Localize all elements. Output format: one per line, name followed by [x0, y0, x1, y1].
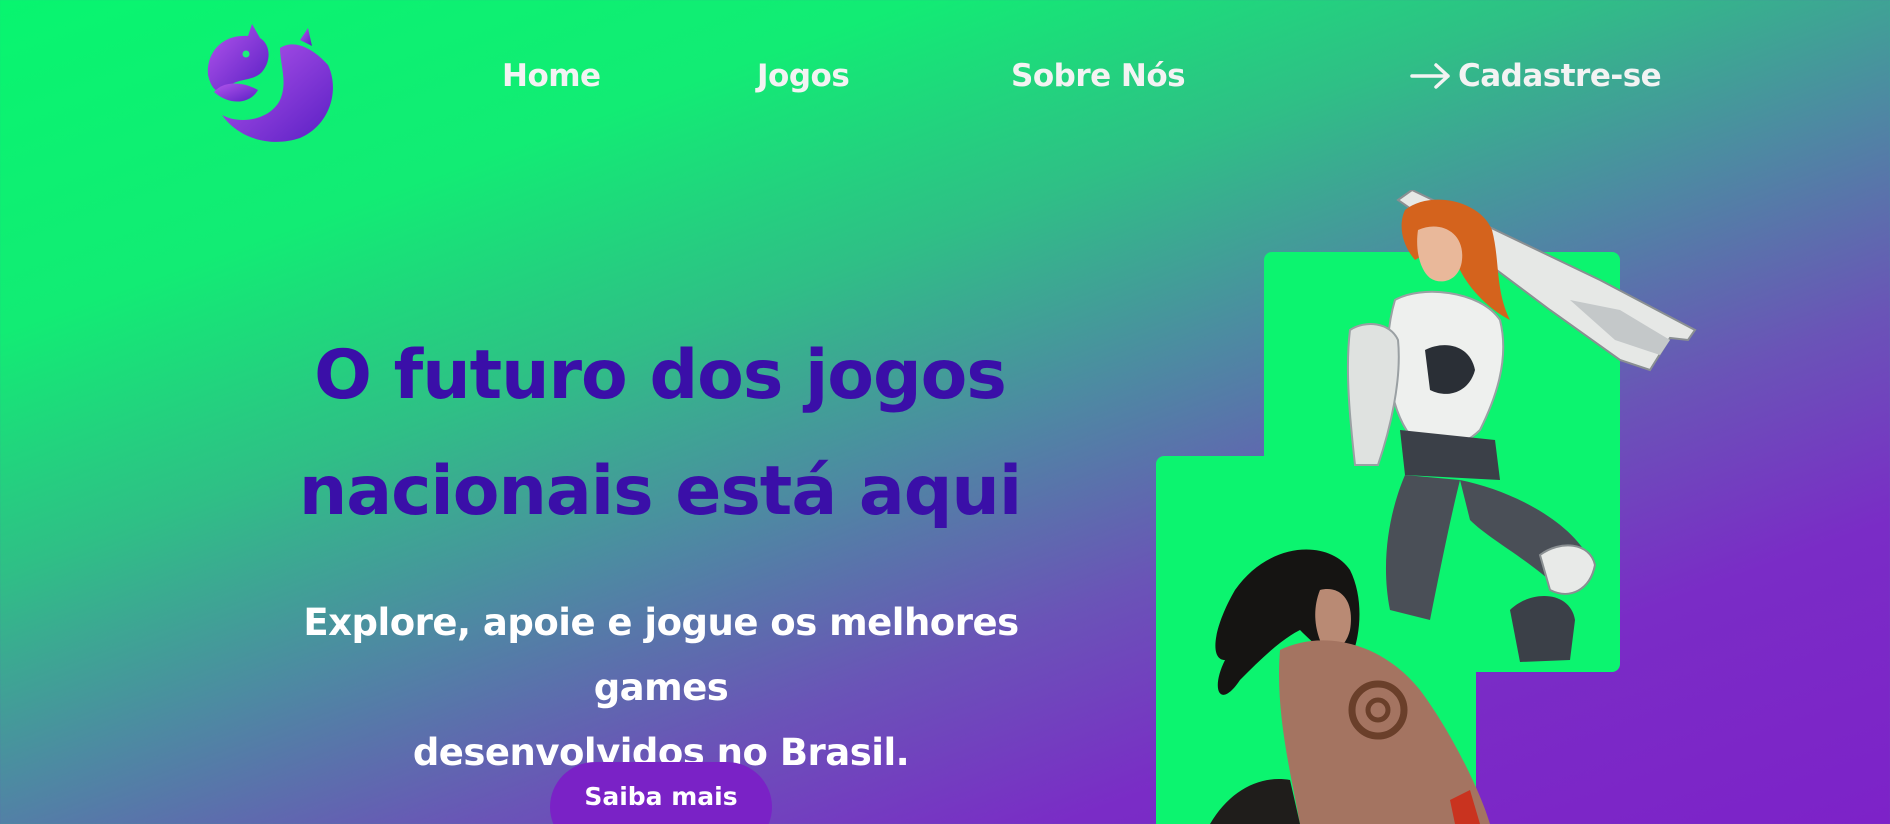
signup-label: Cadastre-se: [1458, 58, 1662, 94]
hero-title: O futuro dos jogos nacionais está aqui: [240, 318, 1080, 550]
nav-games-link[interactable]: Jogos: [757, 58, 850, 94]
arrow-right-icon: [1410, 63, 1450, 89]
signup-link[interactable]: Cadastre-se: [1410, 58, 1662, 94]
nav-home-link[interactable]: Home: [502, 58, 601, 94]
fox-logo-icon[interactable]: [200, 20, 335, 145]
learn-more-button[interactable]: Saiba mais: [550, 762, 772, 824]
hero-subtitle: Explore, apoie e jogue os melhores games…: [230, 590, 1092, 785]
landing-page: Home Jogos Sobre Nós Cadastre-se O futur…: [0, 0, 1890, 824]
hero-title-line-1: O futuro dos jogos: [314, 336, 1007, 415]
hero-subtitle-line-1: Explore, apoie e jogue os melhores games: [303, 601, 1019, 709]
hero-title-line-2: nacionais está aqui: [298, 452, 1022, 531]
nav-about-link[interactable]: Sobre Nós: [1011, 58, 1186, 94]
hero-character-artwork: [1156, 190, 1697, 824]
